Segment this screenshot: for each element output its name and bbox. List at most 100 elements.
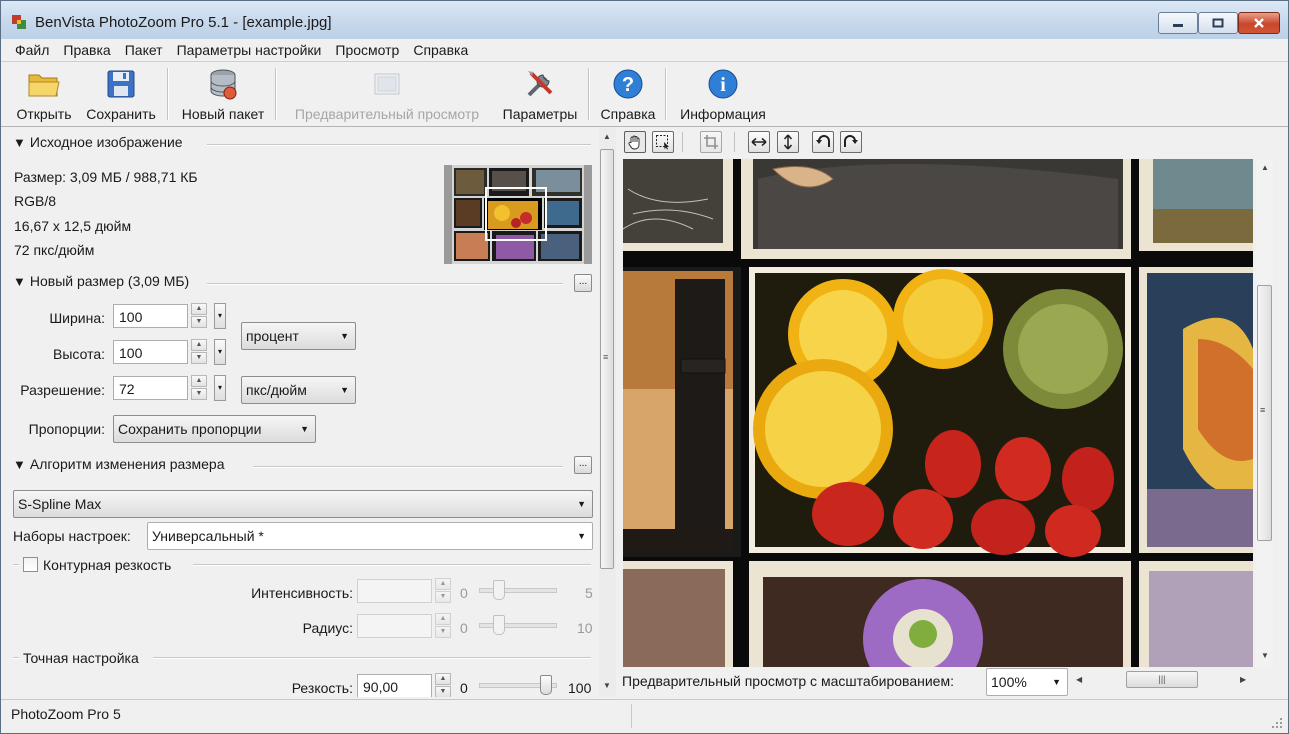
spin-up-icon[interactable]: ▲: [435, 578, 451, 590]
menu-help[interactable]: Справка: [406, 40, 475, 60]
scroll-up-arrow-icon[interactable]: ▲: [1261, 163, 1269, 172]
select-tool-button[interactable]: [652, 131, 674, 153]
menu-settings[interactable]: Параметры настройки: [170, 40, 329, 60]
info-button[interactable]: i Информация: [675, 62, 771, 126]
svg-text:i: i: [720, 74, 726, 96]
spin-down-icon[interactable]: ▼: [191, 388, 207, 400]
slider-thumb[interactable]: [493, 580, 505, 600]
scroll-down-arrow-icon[interactable]: ▼: [603, 681, 611, 690]
resolution-unit-menu-button[interactable]: ▾: [214, 375, 226, 401]
radius-input[interactable]: [357, 614, 432, 638]
settings-scrollbar[interactable]: ▲ ≡ ▼: [599, 127, 616, 697]
spin-up-icon[interactable]: ▲: [435, 673, 451, 685]
spin-down-icon[interactable]: ▼: [191, 316, 207, 328]
scroll-left-arrow-icon[interactable]: ◀: [1076, 675, 1082, 684]
fit-width-button[interactable]: [748, 131, 770, 153]
hand-icon: [628, 135, 640, 150]
new-size-options-button[interactable]: ...: [574, 274, 592, 292]
preview-horizontal-scrollbar[interactable]: ◀ ||| ▶: [1072, 670, 1255, 690]
algorithm-section-header[interactable]: ▼ Алгоритм изменения размера: [13, 456, 225, 472]
dropdown-arrow-icon: ▼: [1052, 677, 1061, 687]
width-input[interactable]: 100: [113, 304, 188, 328]
scrollbar-thumb[interactable]: |||: [1126, 671, 1198, 688]
preview-label: Предварительный просмотр: [294, 106, 480, 122]
spin-up-icon[interactable]: ▲: [191, 339, 207, 351]
close-button[interactable]: [1238, 12, 1280, 34]
new-batch-label: Новый пакет: [181, 106, 265, 122]
hand-tool-button[interactable]: [624, 131, 646, 153]
preview-vertical-scrollbar[interactable]: ▲ ≡ ▼: [1256, 159, 1273, 667]
scroll-right-arrow-icon[interactable]: ▶: [1240, 675, 1246, 684]
height-input[interactable]: 100: [113, 340, 188, 364]
preview-image[interactable]: [623, 159, 1253, 667]
algorithm-options-button[interactable]: ...: [574, 456, 592, 474]
preview-button[interactable]: Предварительный просмотр: [285, 62, 489, 126]
zoom-dropdown[interactable]: 100% ▼: [986, 668, 1068, 696]
resolution-input[interactable]: 72: [113, 376, 188, 400]
help-button[interactable]: ? Справка: [597, 62, 659, 126]
save-button[interactable]: Сохранить: [83, 62, 159, 126]
maximize-button[interactable]: [1198, 12, 1238, 34]
contour-sharpness-label: Контурная резкость: [43, 557, 172, 573]
menu-edit[interactable]: Правка: [56, 40, 117, 60]
intensity-slider[interactable]: [479, 580, 557, 600]
open-button[interactable]: Открыть: [13, 62, 75, 126]
resize-grip-icon[interactable]: [1270, 716, 1284, 730]
dropdown-arrow-icon: ▼: [300, 424, 309, 434]
source-thumbnail[interactable]: [444, 165, 592, 264]
section-divider: [193, 564, 591, 566]
menu-file[interactable]: Файл: [1, 40, 56, 60]
height-spinner[interactable]: ▲ ▼: [191, 339, 207, 365]
height-unit-menu-button[interactable]: ▾: [214, 339, 226, 365]
sharpness-input[interactable]: 90,00: [357, 674, 432, 697]
source-section-header[interactable]: ▼ Исходное изображение: [13, 134, 183, 150]
rotate-right-button[interactable]: [840, 131, 862, 153]
minimize-button[interactable]: [1158, 12, 1198, 34]
spin-up-icon[interactable]: ▲: [435, 613, 451, 625]
intensity-input[interactable]: [357, 579, 432, 603]
scroll-up-arrow-icon[interactable]: ▲: [603, 132, 611, 141]
size-unit-dropdown[interactable]: процент ▼: [241, 322, 356, 350]
resize-method-dropdown[interactable]: S-Spline Max ▼: [13, 490, 593, 518]
width-spinner[interactable]: ▲ ▼: [191, 303, 207, 329]
dropdown-arrow-icon: ▼: [577, 499, 586, 509]
spin-down-icon[interactable]: ▼: [435, 591, 451, 603]
menu-batch[interactable]: Пакет: [118, 40, 170, 60]
spin-up-icon[interactable]: ▲: [191, 303, 207, 315]
resolution-spinner[interactable]: ▲ ▼: [191, 375, 207, 401]
spin-up-icon[interactable]: ▲: [191, 375, 207, 387]
zoom-value: 100%: [991, 674, 1027, 690]
radius-slider[interactable]: [479, 615, 557, 635]
crop-tool-button[interactable]: [700, 131, 722, 153]
new-size-section-header[interactable]: ▼ Новый размер (3,09 МБ): [13, 273, 189, 289]
sharpness-slider[interactable]: [479, 675, 557, 695]
spin-down-icon[interactable]: ▼: [191, 352, 207, 364]
resolution-unit-dropdown[interactable]: пкс/дюйм ▼: [241, 376, 356, 404]
new-batch-button[interactable]: Новый пакет: [177, 62, 269, 126]
preview-image-area[interactable]: [623, 159, 1253, 667]
info-icon: i: [708, 69, 738, 99]
width-unit-menu-button[interactable]: ▾: [214, 303, 226, 329]
new-size-heading: Новый размер (3,09 МБ): [29, 273, 190, 289]
source-mode: RGB/8: [14, 193, 57, 209]
sharpness-spinner[interactable]: ▲ ▼: [435, 673, 451, 697]
toolbar-separator: [734, 132, 735, 152]
slider-thumb[interactable]: [540, 675, 552, 695]
menu-view[interactable]: Просмотр: [328, 40, 406, 60]
slider-thumb[interactable]: [493, 615, 505, 635]
presets-dropdown[interactable]: Универсальный * ▼: [147, 522, 593, 550]
spin-down-icon[interactable]: ▼: [435, 626, 451, 638]
contour-sharpness-checkbox[interactable]: [23, 557, 38, 572]
settings-button[interactable]: Параметры: [497, 62, 583, 126]
status-divider: [631, 704, 632, 728]
radius-spinner[interactable]: ▲ ▼: [435, 613, 451, 639]
intensity-spinner[interactable]: ▲ ▼: [435, 578, 451, 604]
intensity-max: 5: [585, 585, 593, 601]
app-window: BenVista PhotoZoom Pro 5.1 - [example.jp…: [0, 0, 1289, 734]
spin-down-icon[interactable]: ▼: [435, 686, 451, 697]
rotate-left-button[interactable]: [812, 131, 834, 153]
proportions-dropdown[interactable]: Сохранить пропорции ▼: [113, 415, 316, 443]
scroll-down-arrow-icon[interactable]: ▼: [1261, 651, 1269, 660]
sharpness-max: 100: [568, 680, 592, 696]
fit-height-button[interactable]: [777, 131, 799, 153]
